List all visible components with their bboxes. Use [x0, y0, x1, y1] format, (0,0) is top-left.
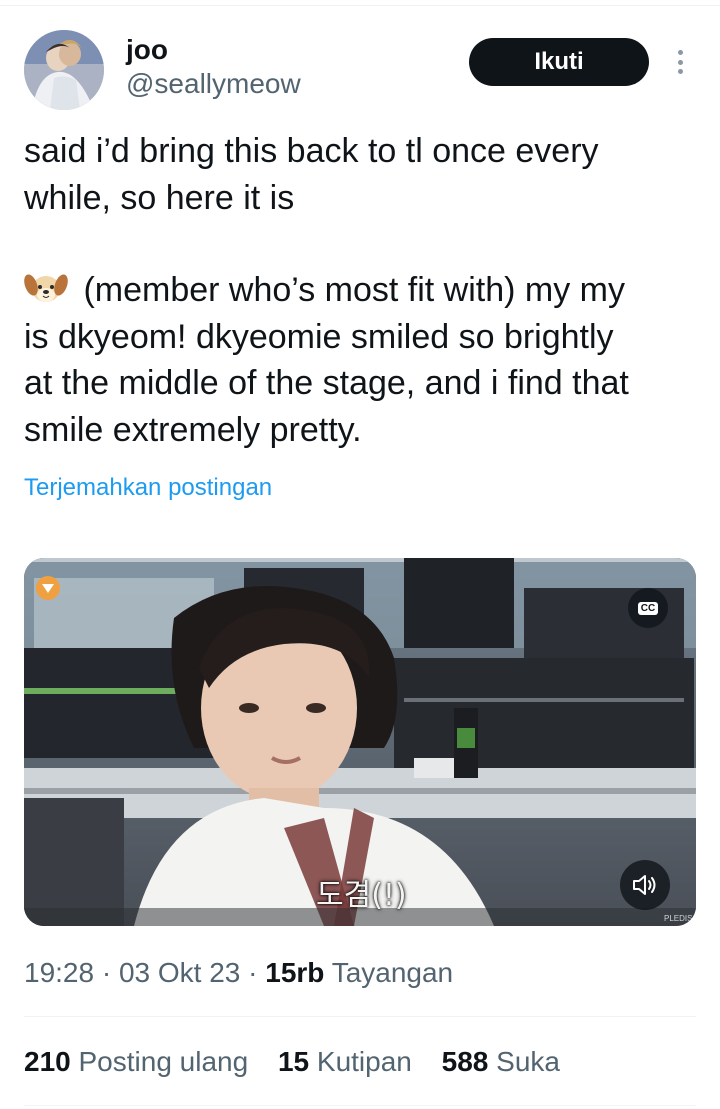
volume-icon[interactable] — [620, 860, 670, 910]
quotes-stat[interactable]: 15 Kutipan — [278, 1046, 412, 1077]
reposts-stat[interactable]: 210 Posting ulang — [24, 1046, 248, 1077]
tweet-text-line: while, so here it is — [24, 178, 295, 217]
post-date[interactable]: 03 Okt 23 — [119, 957, 240, 988]
views-count: 15rb — [265, 957, 325, 988]
more-options-icon[interactable] — [668, 46, 692, 78]
cc-label: CC — [637, 601, 659, 615]
quotes-count: 15 — [277, 1046, 310, 1077]
tweet-text-line: said i’d bring this back to tl once ever… — [24, 132, 599, 170]
likes-stat[interactable]: 588 Suka — [442, 1046, 560, 1077]
likes-label: Suka — [488, 1046, 560, 1077]
tweet-text-line: smile extremely pretty. — [24, 410, 362, 449]
avatar-image — [24, 30, 104, 110]
closed-captions-icon[interactable]: CC — [628, 588, 668, 628]
tweet-header: joo @seallymeow Ikuti — [24, 30, 696, 110]
divider — [24, 1016, 696, 1017]
video-subtitle: 도겸(!) — [316, 878, 407, 913]
engagement-stats: 210 Posting ulang 15 Kutipan 588 Suka — [24, 1044, 582, 1080]
tweet-text: said i’d bring this back to tl once ever… — [24, 128, 696, 453]
avatar[interactable] — [24, 30, 104, 110]
tweet-text-line: at the middle of the stage, and i find t… — [24, 364, 629, 402]
post-time[interactable]: 19:28 — [24, 957, 94, 988]
channel-logo — [36, 576, 60, 600]
follow-button[interactable]: Ikuti — [469, 38, 649, 86]
meta-separator: · — [94, 957, 119, 988]
tweet-text-line: is dkyeom! dkyeomie smiled so brightly — [24, 317, 614, 356]
likes-count: 588 — [441, 1046, 489, 1077]
tweet-meta: 19:28 · 03 Okt 23 · 15rb Tayangan — [24, 955, 453, 991]
username-handle[interactable]: @seallymeow — [126, 66, 301, 102]
video-player[interactable]: CC 도겸(!) PLEDIS — [24, 558, 696, 926]
author-names: joo @seallymeow — [126, 34, 301, 102]
video-watermark: PLEDIS — [664, 914, 693, 923]
dog-face-emoji — [24, 271, 68, 305]
top-divider — [0, 0, 720, 6]
reposts-count: 210 — [24, 1046, 71, 1077]
tweet-text-line: (member who’s most fit with) my my — [74, 271, 626, 309]
meta-separator: · — [240, 957, 266, 988]
reposts-label: Posting ulang — [70, 1046, 249, 1077]
views-label: Tayangan — [324, 957, 454, 988]
divider — [24, 1105, 696, 1106]
display-name[interactable]: joo — [126, 34, 301, 66]
quotes-label: Kutipan — [309, 1046, 412, 1077]
translate-post-link[interactable]: Terjemahkan postingan — [24, 472, 272, 504]
